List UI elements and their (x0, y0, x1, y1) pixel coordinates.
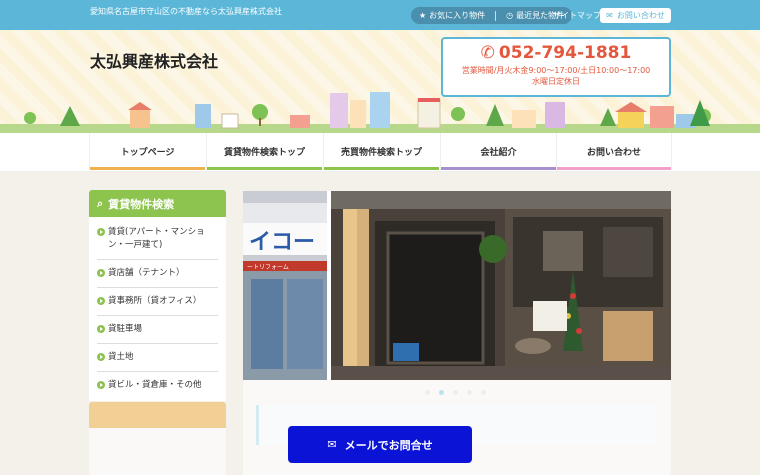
nav-underline (324, 167, 439, 170)
sidebar-item-office[interactable]: 貸事務所（貸オフィス） (97, 288, 218, 316)
town-illustration (0, 92, 760, 133)
hero-slider[interactable]: イコー ートリフォーム (243, 191, 671, 380)
mail-contact-button[interactable]: ✉ メールでお問合せ (288, 426, 472, 463)
sidebar-item-label: 貸事務所（貸オフィス） (108, 296, 202, 306)
closed-day: 水曜日定休日 (532, 77, 580, 86)
top-strip: 愛知県名古屋市守山区の不動産なら太弘興産株式会社 ★ お気に入り物件 ◷ 最近見… (0, 0, 760, 30)
search-icon: ⌕ (97, 196, 104, 210)
nav-label: トップページ (120, 148, 175, 158)
sidebar-item-label: 貸土地 (108, 352, 134, 362)
sidebar-item-label: 賃貸(アパート・マンション・一戸建て) (108, 227, 205, 250)
arrow-icon (97, 297, 105, 305)
sidebar-item-land[interactable]: 貸土地 (97, 344, 218, 372)
nav-item-top[interactable]: トップページ (89, 133, 205, 170)
nav-item-contact[interactable]: お問い合わせ (556, 133, 672, 170)
contact-label: お問い合わせ (616, 11, 665, 20)
phone-icon: ✆ (480, 43, 495, 63)
sidebar-item-other[interactable]: 貸ビル・貸倉庫・その他 (97, 372, 218, 399)
phone-box: ✆ 052-794-1881 営業時間/月火木金9:00～17:00/土日10:… (441, 37, 671, 97)
arrow-icon (97, 269, 105, 277)
nav-underline (557, 167, 671, 170)
nav-item-company[interactable]: 会社紹介 (440, 133, 556, 170)
sidebar-list-2 (89, 428, 226, 475)
shop-sign-subtext: ートリフォーム (247, 264, 289, 271)
storefront-photo: イコー ートリフォーム (243, 191, 671, 380)
phone-text: 052-794-1881 (498, 43, 632, 63)
arrow-icon (97, 228, 105, 236)
company-logo[interactable]: 太弘興産株式会社 (90, 48, 218, 72)
arrow-icon (97, 381, 105, 389)
mail-icon: ✉ (606, 11, 613, 20)
site-tagline: 愛知県名古屋市守山区の不動産なら太弘興産株式会社 (90, 7, 282, 16)
divider (495, 10, 497, 21)
shop-sign-text: イコー (249, 230, 315, 255)
favorites-link[interactable]: ★ お気に入り物件 (419, 10, 485, 21)
business-hours: 営業時間/月火木金9:00～17:00/土日10:00～17:00 (461, 66, 651, 75)
nav-item-rental-search[interactable]: 賃貸物件検索トップ (206, 133, 322, 170)
star-icon: ★ (419, 11, 427, 20)
sidebar-item-parking[interactable]: 貸駐車場 (97, 316, 218, 344)
nav-label: 賃貸物件検索トップ (223, 148, 305, 158)
nav-underline (207, 167, 322, 170)
nav-underline (90, 167, 205, 170)
arrow-icon (97, 325, 105, 333)
nav-label: 会社紹介 (480, 148, 517, 158)
mail-icon: ✉ (327, 438, 337, 451)
sidebar-item-label: 貸ビル・貸倉庫・その他 (108, 380, 202, 390)
arrow-icon (97, 353, 105, 361)
site-header: 太弘興産株式会社 ✆ 052-794-1881 営業時間/月火木金9:00～17… (0, 30, 760, 133)
sidebar: ⌕ 賃貸物件検索 賃貸(アパート・マンション・一戸建て) 貸店舗（テナント） 貸… (89, 190, 226, 401)
contact-link[interactable]: ✉ お問い合わせ (600, 8, 671, 23)
clock-icon: ◷ (506, 11, 514, 20)
nav-label: 売買物件検索トップ (340, 148, 422, 158)
global-nav: トップページ 賃貸物件検索トップ 売買物件検索トップ 会社紹介 お問い合わせ (0, 133, 760, 172)
nav-item-sale-search[interactable]: 売買物件検索トップ (323, 133, 439, 170)
sidebar-item-label: 貸駐車場 (108, 324, 143, 334)
nav-label: お問い合わせ (586, 148, 641, 158)
sidebar-item-label: 貸店舗（テナント） (108, 268, 185, 278)
quick-links-pill: ★ お気に入り物件 ◷ 最近見た物件 (411, 7, 573, 24)
sidebar-heading: ⌕ 賃貸物件検索 (89, 190, 226, 217)
sidebar-item-apartment[interactable]: 賃貸(アパート・マンション・一戸建て) (97, 219, 218, 260)
sidebar-item-store[interactable]: 貸店舗（テナント） (97, 260, 218, 288)
sidebar-list: 賃貸(アパート・マンション・一戸建て) 貸店舗（テナント） 貸事務所（貸オフィス… (89, 217, 226, 401)
nav-underline (441, 167, 556, 170)
mail-button-label: メールでお問合せ (344, 438, 433, 452)
sidebar-heading-2 (89, 402, 226, 428)
sidebar-title: 賃貸物件検索 (108, 197, 175, 211)
phone-number[interactable]: ✆ 052-794-1881 (443, 43, 669, 63)
sitemap-link[interactable]: サイトマップ (553, 10, 601, 21)
favorites-label: お気に入り物件 (429, 11, 486, 20)
